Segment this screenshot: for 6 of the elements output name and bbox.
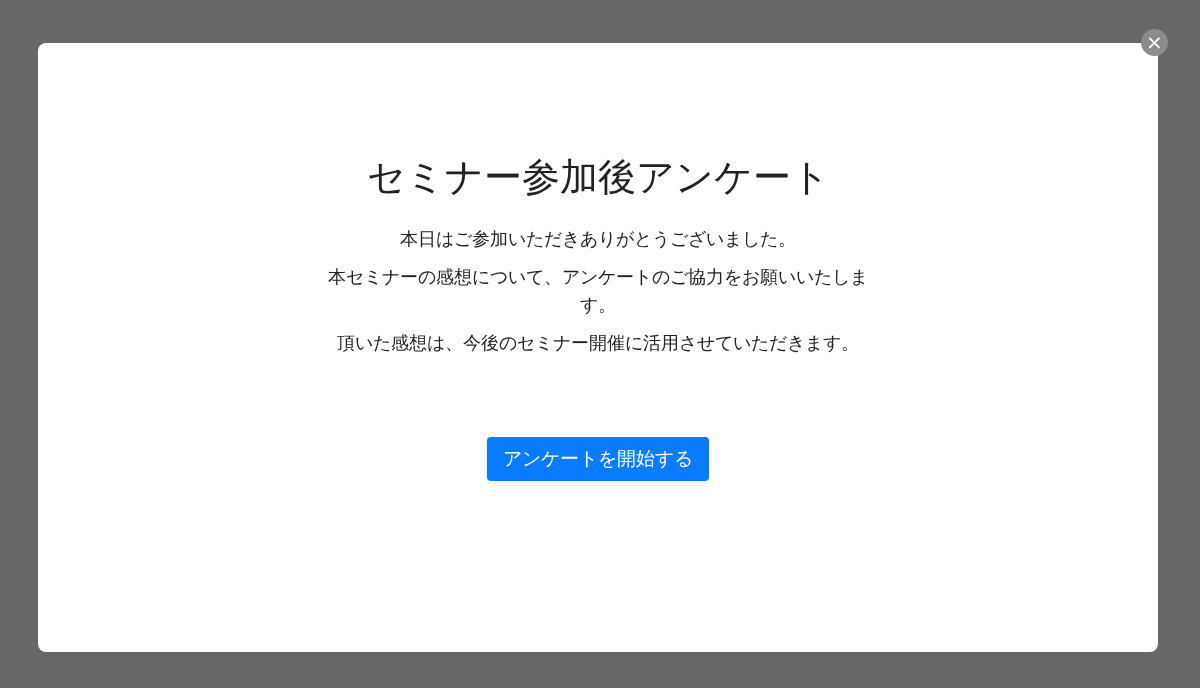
intro-text: 頂いた感想は、今後のセミナー開催に活用させていただきます。 (337, 331, 859, 355)
close-button[interactable]: × (1141, 29, 1168, 56)
intro-text: 本セミナーの感想について、アンケートのご協力をお願いいたします。 (327, 265, 869, 317)
start-survey-button[interactable]: アンケートを開始する (487, 436, 709, 481)
dialog-title: セミナー参加後アンケート (366, 155, 830, 201)
intro-text: 本日はご参加いただきありがとうございました。 (400, 227, 796, 251)
